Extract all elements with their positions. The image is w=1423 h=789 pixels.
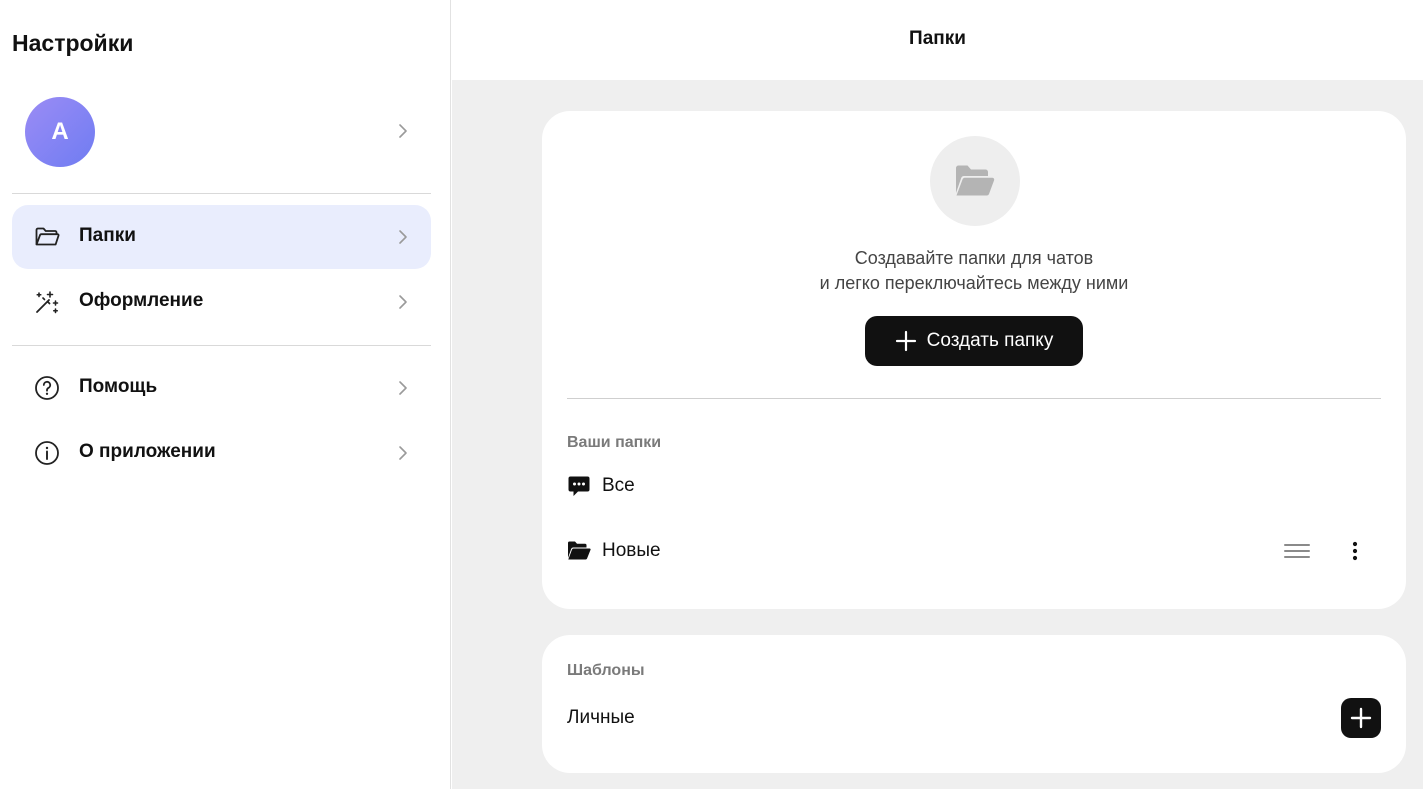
folder-icon — [35, 227, 60, 246]
info-circle-icon — [35, 441, 59, 465]
sidebar-item-label: Помощь — [79, 376, 158, 397]
more-vertical-icon — [1352, 541, 1358, 561]
sidebar-item-label: Папки — [79, 225, 136, 246]
chevron-right-icon — [399, 381, 407, 395]
folder-illustration — [930, 136, 1020, 226]
question-circle-icon — [35, 376, 59, 400]
magic-wand-icon — [36, 291, 59, 314]
settings-sidebar: Настройки A Папки Оформление Помощь О пр… — [0, 0, 451, 789]
hint-line: и легко переключайтесь между ними — [819, 273, 1129, 293]
sidebar-divider — [12, 193, 431, 194]
folder-name: Новые — [602, 540, 661, 561]
your-folders-label: Ваши папки — [567, 434, 662, 451]
create-folder-button[interactable]: Создать папку — [865, 316, 1083, 366]
hint-line: Создавайте папки для чатов — [854, 248, 1094, 268]
folder-more-button[interactable] — [1343, 537, 1367, 565]
sidebar-item-about[interactable]: О приложении — [12, 421, 431, 485]
avatar: A — [25, 97, 95, 167]
templates-label: Шаблоны — [567, 662, 645, 679]
folder-open-icon — [956, 165, 995, 196]
folder-open-icon — [568, 541, 591, 560]
template-name: Личные — [567, 707, 635, 728]
page-title: Папки — [909, 28, 966, 49]
plus-icon — [1350, 707, 1372, 729]
sidebar-item-folders[interactable]: Папки — [12, 205, 431, 269]
sidebar-title: Настройки — [12, 30, 134, 56]
add-template-button[interactable] — [1341, 698, 1381, 738]
folder-item-all[interactable]: Все — [567, 466, 1381, 506]
card-divider — [567, 398, 1381, 399]
chevron-right-icon — [399, 124, 407, 138]
sidebar-item-label: О приложении — [79, 441, 216, 462]
drag-handle-icon[interactable] — [1283, 539, 1311, 563]
plus-icon — [895, 330, 916, 352]
folders-hint: Создавайте папки для чатов и легко перек… — [542, 246, 1406, 296]
sidebar-item-help[interactable]: Помощь — [12, 356, 431, 420]
folders-panel: Папки Создавайте папки для чатов и легко… — [452, 0, 1423, 789]
templates-card: Шаблоны Личные — [542, 635, 1406, 773]
folders-card: Создавайте папки для чатов и легко перек… — [542, 111, 1406, 609]
chevron-right-icon — [399, 446, 407, 460]
panel-header: Папки — [452, 0, 1423, 80]
sidebar-item-label: Оформление — [79, 290, 204, 311]
chat-bubble-icon — [568, 476, 590, 496]
profile-row[interactable]: A — [12, 96, 431, 168]
create-folder-label: Создать папку — [926, 330, 1054, 351]
folder-item-new[interactable]: Новые — [567, 531, 1381, 571]
folder-name: Все — [602, 475, 635, 496]
sidebar-item-appearance[interactable]: Оформление — [12, 270, 431, 334]
chevron-right-icon — [399, 295, 407, 309]
chevron-right-icon — [399, 230, 407, 244]
sidebar-divider — [12, 345, 431, 346]
